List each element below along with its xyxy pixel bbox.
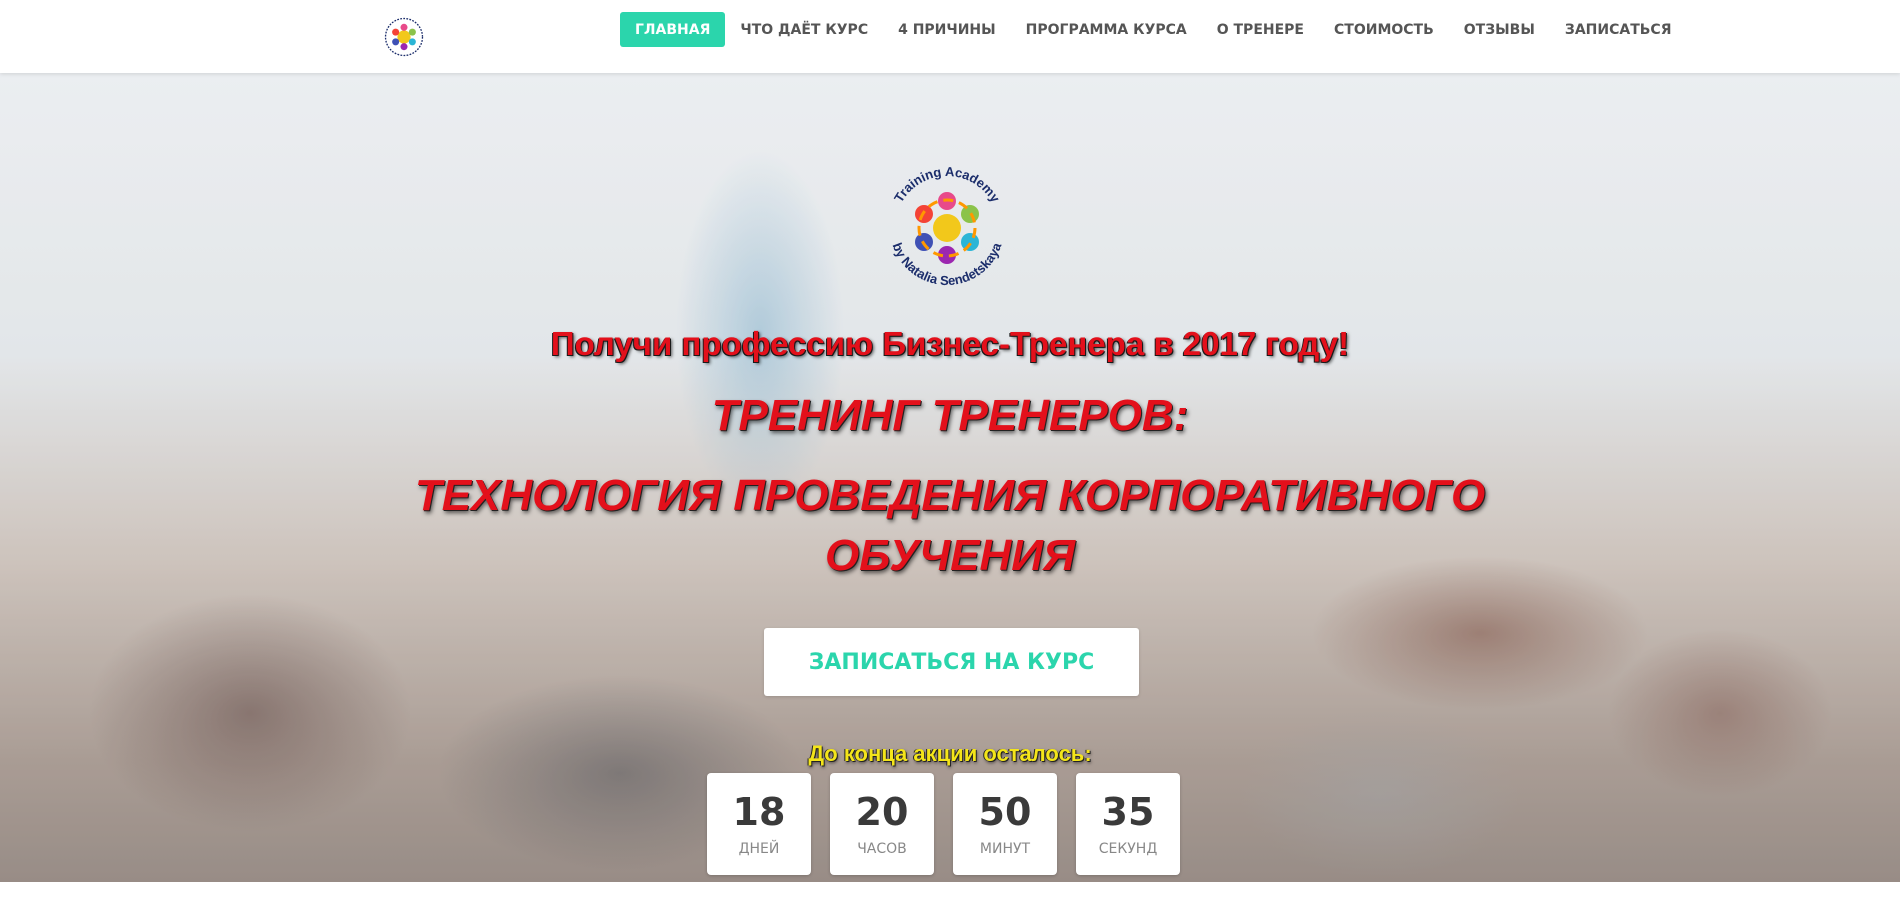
hero-title-line1: ТРЕНИНГ ТРЕНЕРОВ: xyxy=(711,391,1189,440)
hero-tagline: Получи профессию Бизнес-Тренера в 2017 г… xyxy=(550,325,1350,362)
hero-logo: Training Academy by Natalia Sendetskaya xyxy=(872,153,1022,303)
countdown-minutes-unit: МИНУТ xyxy=(979,841,1031,857)
training-academy-logo-icon: Training Academy by Natalia Sendetskaya xyxy=(890,164,1005,288)
main-nav: ГЛАВНАЯ ЧТО ДАЁТ КУРС 4 ПРИЧИНЫ ПРОГРАММ… xyxy=(620,12,1686,47)
countdown-seconds-unit: СЕКУНД xyxy=(1098,841,1158,857)
header-logo[interactable] xyxy=(380,15,428,59)
nav-item-program[interactable]: ПРОГРАММА КУРСА xyxy=(1011,12,1202,47)
site-header: ГЛАВНАЯ ЧТО ДАЁТ КУРС 4 ПРИЧИНЫ ПРОГРАММ… xyxy=(0,0,1900,73)
nav-item-benefits[interactable]: ЧТО ДАЁТ КУРС xyxy=(725,12,883,47)
hero-section: Training Academy by Natalia Sendetskaya … xyxy=(0,73,1900,882)
countdown-seconds-value: 35 xyxy=(1101,790,1155,834)
nav-item-reasons[interactable]: 4 ПРИЧИНЫ xyxy=(883,12,1011,47)
nav-item-trainer[interactable]: О ТРЕНЕРЕ xyxy=(1202,12,1319,47)
header-logo-icon xyxy=(384,17,424,57)
countdown-days-unit: ДНЕЙ xyxy=(738,841,780,857)
countdown-seconds: 35 СЕКУНД xyxy=(1076,773,1180,875)
countdown-minutes-value: 50 xyxy=(978,790,1032,834)
countdown-timer: 18 ДНЕЙ 20 ЧАСОВ 50 МИНУТ 35 СЕКУНД xyxy=(707,773,1180,875)
countdown-hours-unit: ЧАСОВ xyxy=(857,841,907,857)
countdown-hours: 20 ЧАСОВ xyxy=(830,773,934,875)
hero-title-line2: ТЕХНОЛОГИЯ ПРОВЕДЕНИЯ КОРПОРАТИВНОГО ОБУ… xyxy=(414,471,1486,580)
countdown-label: До конца акции осталось: xyxy=(808,741,1092,766)
countdown-hours-value: 20 xyxy=(855,790,909,834)
nav-item-reviews[interactable]: ОТЗЫВЫ xyxy=(1449,12,1550,47)
page-bottom-strip xyxy=(0,882,1900,900)
countdown-minutes: 50 МИНУТ xyxy=(953,773,1057,875)
countdown-days-value: 18 xyxy=(732,790,786,834)
signup-course-button[interactable]: ЗАПИСАТЬСЯ НА КУРС xyxy=(764,628,1139,696)
nav-item-price[interactable]: СТОИМОСТЬ xyxy=(1319,12,1449,47)
nav-item-home[interactable]: ГЛАВНАЯ xyxy=(620,12,726,47)
countdown-days: 18 ДНЕЙ xyxy=(707,773,811,875)
nav-item-signup[interactable]: ЗАПИСАТЬСЯ xyxy=(1550,12,1687,47)
